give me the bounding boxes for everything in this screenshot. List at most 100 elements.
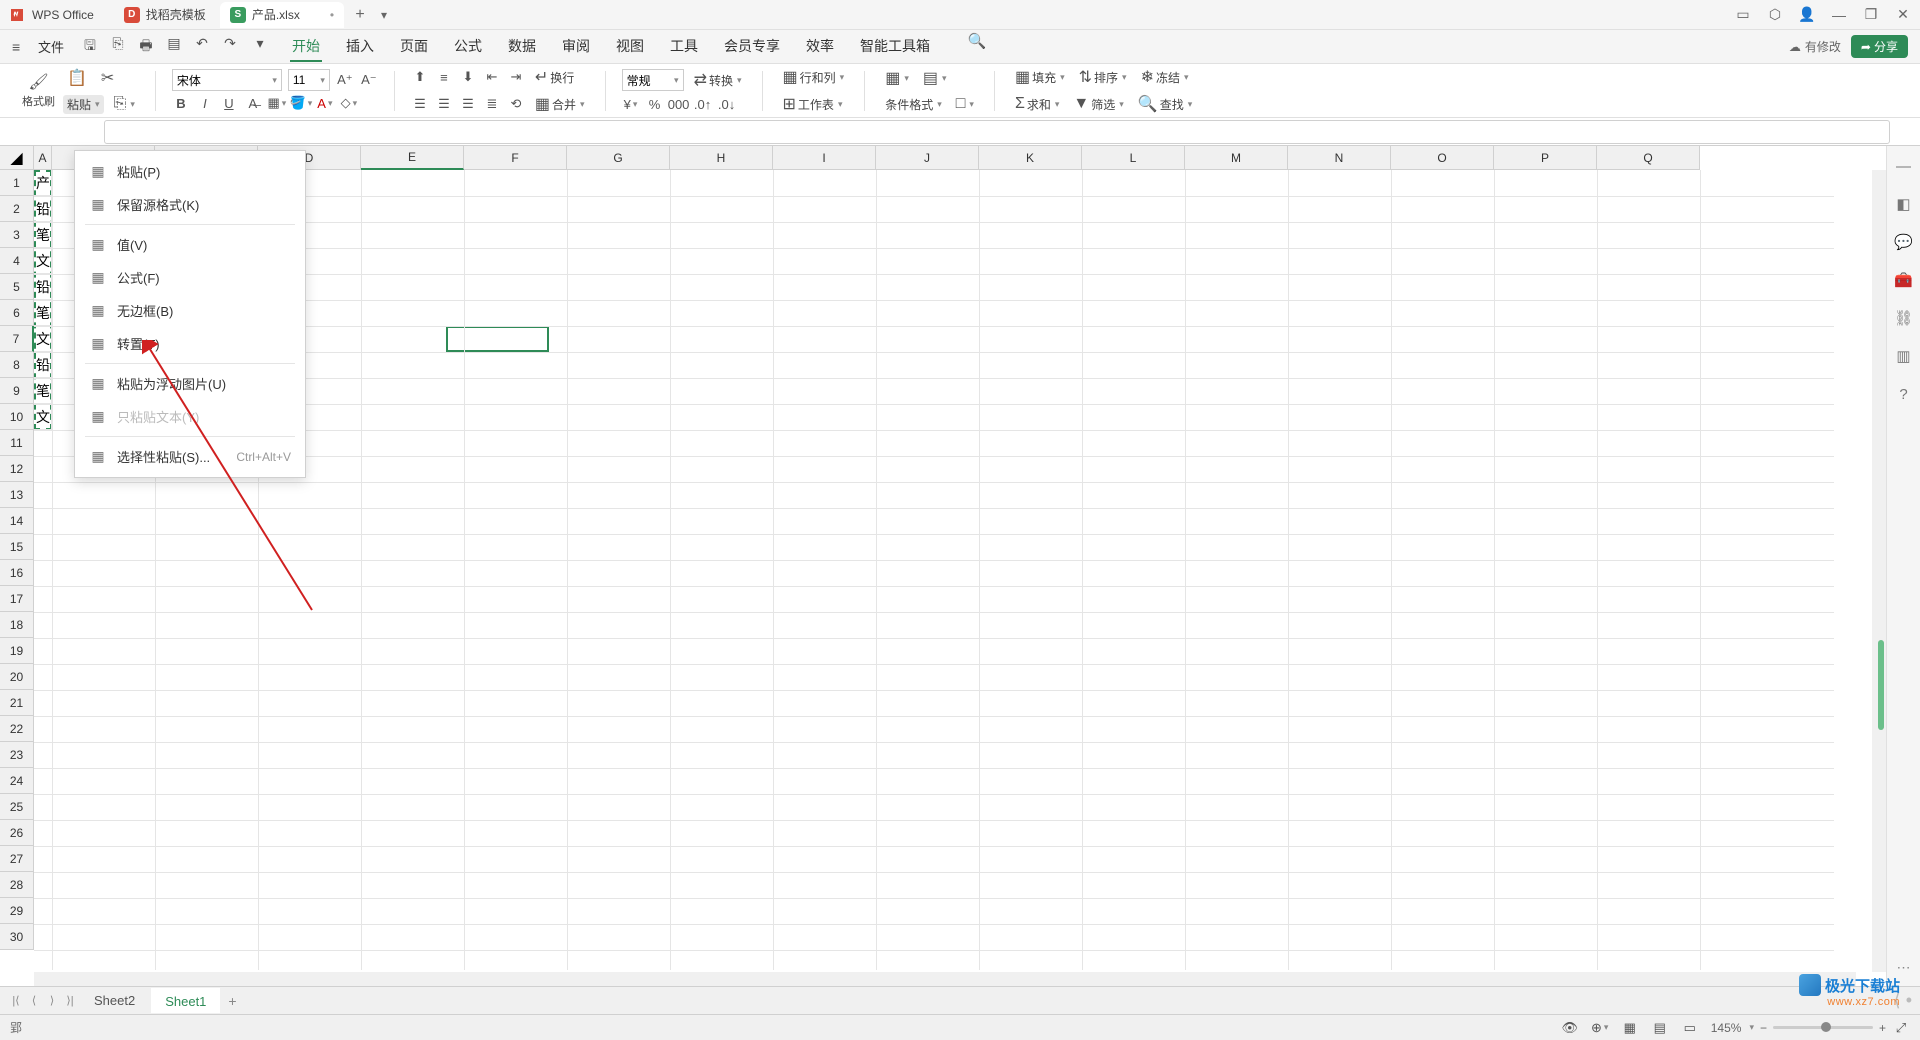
layout-icon[interactable]: ▭ [1734, 6, 1752, 24]
link-icon[interactable]: ⛓ [1894, 308, 1914, 328]
col-header-L[interactable]: L [1082, 146, 1185, 170]
share-button[interactable]: ➦ 分享 [1851, 35, 1908, 58]
col-header-O[interactable]: O [1391, 146, 1494, 170]
copy-button[interactable]: ⎘▾ [110, 93, 139, 115]
col-header-A[interactable]: A [34, 146, 52, 170]
align-top-icon[interactable]: ⬆ [411, 68, 429, 86]
col-header-Q[interactable]: Q [1597, 146, 1700, 170]
font-color-button[interactable]: A▾ [316, 94, 334, 112]
row-header-13[interactable]: 13 [0, 482, 34, 508]
row-header-20[interactable]: 20 [0, 664, 34, 690]
select-all-corner[interactable]: ◢ [0, 146, 34, 170]
print-icon[interactable]: 🖶 [138, 35, 154, 59]
format-table-button[interactable]: □▾ [952, 93, 978, 115]
align-justify-icon[interactable]: ≣ [483, 95, 501, 113]
zoom-value[interactable]: 145% [1711, 1021, 1742, 1035]
row-header-11[interactable]: 11 [0, 430, 34, 456]
wrap-button[interactable]: ↵换行 [531, 65, 578, 89]
paste-menu-item[interactable]: ▦保留源格式(K) [75, 188, 305, 221]
zoom-out-button[interactable]: − [1760, 1021, 1767, 1035]
sort-button[interactable]: ⇅排序▾ [1075, 65, 1131, 89]
col-header-G[interactable]: G [567, 146, 670, 170]
export-icon[interactable]: ⎘ [110, 35, 126, 59]
cell-A9[interactable]: 笔 [34, 378, 52, 404]
decrease-font-icon[interactable]: A⁻ [360, 71, 378, 89]
font-family-select[interactable]: 宋体▾ [172, 69, 282, 91]
tab-home[interactable]: 开始 [290, 32, 322, 62]
minimize-button[interactable]: — [1830, 6, 1848, 24]
row-col-button[interactable]: ▦行和列▾ [779, 65, 849, 89]
col-header-J[interactable]: J [876, 146, 979, 170]
maximize-button[interactable]: ❐ [1862, 6, 1880, 24]
row-header-17[interactable]: 17 [0, 586, 34, 612]
tab-data[interactable]: 数据 [506, 32, 538, 62]
chat-icon[interactable]: 💬 [1894, 232, 1914, 252]
orientation-icon[interactable]: ⟲ [507, 95, 525, 113]
clear-format-button[interactable]: ◇▾ [340, 94, 358, 112]
table-style-button[interactable]: ▤▾ [919, 66, 951, 90]
sheet-prev-button[interactable]: ⟨ [26, 994, 42, 1007]
indent-inc-icon[interactable]: ⇥ [507, 68, 525, 86]
cell-A7[interactable]: 文 [34, 326, 52, 352]
number-format-select[interactable]: 常规▾ [622, 69, 684, 91]
row-header-16[interactable]: 16 [0, 560, 34, 586]
row-header-30[interactable]: 30 [0, 924, 34, 950]
view-grid-icon[interactable]: ⊕▾ [1591, 1019, 1609, 1037]
sheet-first-button[interactable]: |⟨ [8, 994, 24, 1007]
view-normal-icon[interactable]: ▦ [1621, 1019, 1639, 1037]
collapse-icon[interactable]: — [1894, 156, 1914, 176]
name-box[interactable] [6, 120, 88, 144]
cell-A8[interactable]: 铅 [34, 352, 52, 378]
formula-input[interactable] [104, 120, 1890, 144]
find-button[interactable]: 🔍查找▾ [1134, 92, 1196, 116]
row-header-4[interactable]: 4 [0, 248, 34, 274]
align-bot-icon[interactable]: ⬇ [459, 68, 477, 86]
col-header-N[interactable]: N [1288, 146, 1391, 170]
zoom-slider[interactable] [1773, 1026, 1873, 1029]
font-size-select[interactable]: 11▾ [288, 69, 330, 91]
align-center-icon[interactable]: ☰ [435, 95, 453, 113]
status-ime-icon[interactable]: 郢 [10, 1019, 22, 1036]
format-brush-button[interactable]: 🖌格式刷 [18, 70, 59, 111]
new-tab-button[interactable]: + [348, 3, 372, 27]
view-eye-icon[interactable]: 👁 [1561, 1019, 1579, 1037]
vertical-scrollbar[interactable] [1872, 170, 1886, 972]
paste-menu-item[interactable]: ▦粘贴(P) [75, 155, 305, 188]
col-header-K[interactable]: K [979, 146, 1082, 170]
row-header-19[interactable]: 19 [0, 638, 34, 664]
tab-review[interactable]: 审阅 [560, 32, 592, 62]
row-header-25[interactable]: 25 [0, 794, 34, 820]
horizontal-scrollbar[interactable] [34, 972, 1856, 986]
col-header-P[interactable]: P [1494, 146, 1597, 170]
paste-menu-item[interactable]: ▦选择性粘贴(S)...Ctrl+Alt+V [75, 440, 305, 473]
bold-button[interactable]: B [172, 94, 190, 112]
col-header-H[interactable]: H [670, 146, 773, 170]
merge-button[interactable]: ▦合并▾ [531, 92, 589, 116]
col-header-I[interactable]: I [773, 146, 876, 170]
row-header-3[interactable]: 3 [0, 222, 34, 248]
paste-menu-item[interactable]: ▦公式(F) [75, 261, 305, 294]
hamburger-icon[interactable]: ≡ [12, 39, 30, 55]
cell-A4[interactable]: 文 [34, 248, 52, 274]
dec-inc-icon[interactable]: .0↑ [694, 95, 712, 113]
col-header-M[interactable]: M [1185, 146, 1288, 170]
paste-menu-item[interactable]: ▦转置(T) [75, 327, 305, 360]
dec-dec-icon[interactable]: .0↓ [718, 95, 736, 113]
view-reading-icon[interactable]: ▭ [1681, 1019, 1699, 1037]
row-header-23[interactable]: 23 [0, 742, 34, 768]
cut-button[interactable]: ✂ [97, 66, 118, 90]
row-header-12[interactable]: 12 [0, 456, 34, 482]
align-left-icon[interactable]: ☰ [411, 95, 429, 113]
search-icon[interactable]: 🔍 [968, 32, 986, 50]
underline-button[interactable]: U [220, 94, 238, 112]
tab-menu-button[interactable]: ▾ [372, 3, 396, 27]
add-sheet-button[interactable]: + [222, 993, 242, 1009]
align-mid-icon[interactable]: ≡ [435, 68, 453, 86]
help-icon[interactable]: ? [1894, 384, 1914, 404]
indent-dec-icon[interactable]: ⇤ [483, 68, 501, 86]
cell-A1[interactable]: 产 [34, 170, 52, 196]
row-header-9[interactable]: 9 [0, 378, 34, 404]
row-header-6[interactable]: 6 [0, 300, 34, 326]
tab-insert[interactable]: 插入 [344, 32, 376, 62]
row-header-29[interactable]: 29 [0, 898, 34, 924]
